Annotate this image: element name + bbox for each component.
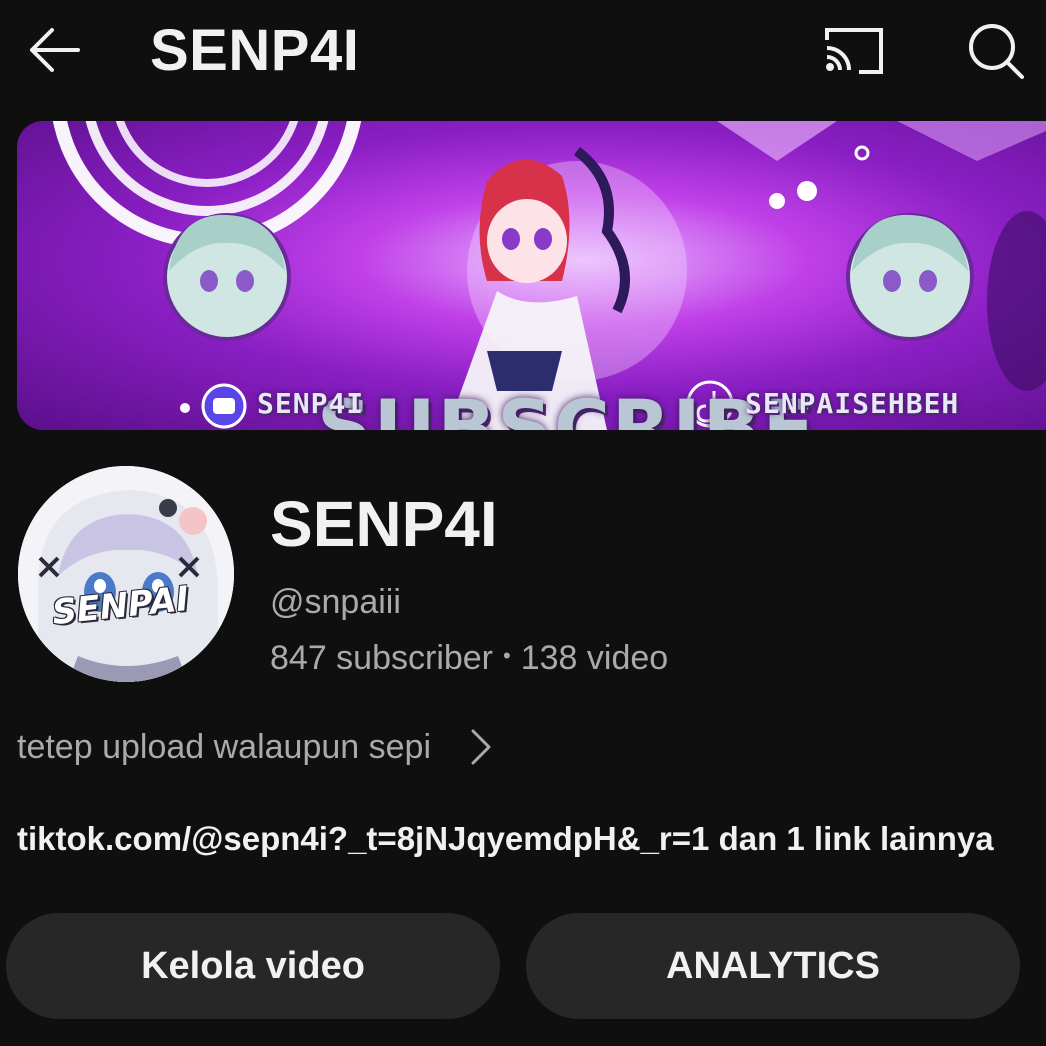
channel-name: SENP4I bbox=[270, 488, 498, 560]
banner-right-handle: SENPAISEHBEH bbox=[745, 387, 960, 420]
channel-description-row[interactable]: tetep upload walaupun sepi bbox=[17, 722, 493, 772]
channel-stats: 847 subscriber • 138 video bbox=[270, 636, 668, 678]
back-button[interactable] bbox=[22, 20, 86, 80]
subscriber-count: 847 subscriber bbox=[270, 639, 494, 677]
search-icon bbox=[969, 24, 1024, 79]
search-button[interactable] bbox=[960, 16, 1032, 86]
stats-separator: • bbox=[503, 643, 511, 668]
channel-handle: @snpaiii bbox=[270, 583, 401, 621]
channel-banner: SUBSCRIBE SENP4I SENPAISEHBEH bbox=[17, 121, 1046, 430]
video-count: 138 video bbox=[520, 639, 669, 677]
channel-links[interactable]: tiktok.com/@sepn4i?_t=8jNJqyemdpH&_r=1 d… bbox=[17, 820, 994, 858]
avatar-artwork bbox=[18, 466, 234, 682]
top-app-bar: SENP4I bbox=[0, 0, 1046, 110]
chevron-right-icon bbox=[469, 727, 493, 767]
manage-videos-button[interactable]: Kelola video bbox=[6, 913, 500, 1019]
analytics-button[interactable]: ANALYTICS bbox=[526, 913, 1020, 1019]
arrow-left-icon bbox=[30, 28, 80, 72]
channel-description: tetep upload walaupun sepi bbox=[17, 727, 431, 766]
cast-button[interactable] bbox=[814, 18, 890, 82]
channel-avatar[interactable]: SENPAI bbox=[18, 466, 234, 682]
cast-icon bbox=[825, 28, 883, 74]
page-title: SENP4I bbox=[150, 18, 360, 83]
banner-headline: SUBSCRIBE bbox=[317, 383, 817, 430]
banner-left-handle: SENP4I bbox=[257, 387, 365, 420]
